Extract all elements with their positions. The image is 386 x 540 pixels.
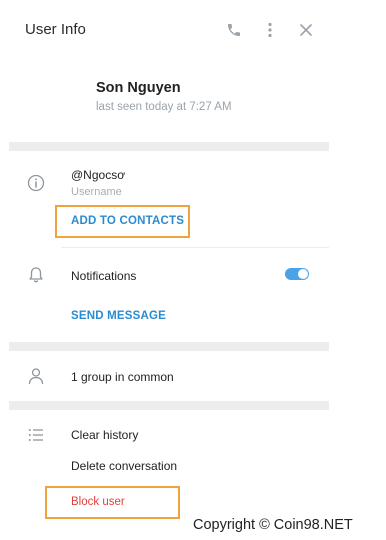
- add-to-contacts-button[interactable]: ADD TO CONTACTS: [71, 215, 184, 227]
- section-separator: [9, 142, 329, 151]
- info-icon: [27, 174, 45, 192]
- username-value: @Ngocsơ: [71, 168, 126, 182]
- more-vertical-icon[interactable]: [261, 21, 279, 39]
- phone-icon[interactable]: [225, 21, 243, 39]
- profile-name: Son Nguyen: [96, 80, 181, 96]
- toggle-knob: [298, 269, 308, 279]
- notifications-label: Notifications: [71, 269, 137, 283]
- block-user-button[interactable]: Block user: [71, 496, 125, 508]
- notifications-toggle[interactable]: [285, 268, 309, 280]
- panel-title: User Info: [25, 21, 86, 38]
- copyright-watermark: Copyright © Coin98.NET: [193, 517, 353, 533]
- send-message-button[interactable]: SEND MESSAGE: [71, 310, 166, 322]
- user-icon: [27, 367, 45, 385]
- groups-in-common-item[interactable]: 1 group in common: [71, 370, 174, 384]
- delete-conversation-button[interactable]: Delete conversation: [71, 459, 177, 473]
- clear-history-button[interactable]: Clear history: [71, 428, 138, 442]
- row-divider: [61, 247, 329, 248]
- section-separator: [9, 342, 329, 351]
- last-seen-status: last seen today at 7:27 AM: [96, 101, 232, 113]
- section-separator: [9, 401, 329, 410]
- username-label: Username: [71, 186, 122, 198]
- close-icon[interactable]: [297, 21, 315, 39]
- bell-icon: [27, 266, 45, 284]
- list-icon: [27, 426, 45, 444]
- user-info-panel: User Info Son Nguyen last seen today at …: [0, 0, 386, 540]
